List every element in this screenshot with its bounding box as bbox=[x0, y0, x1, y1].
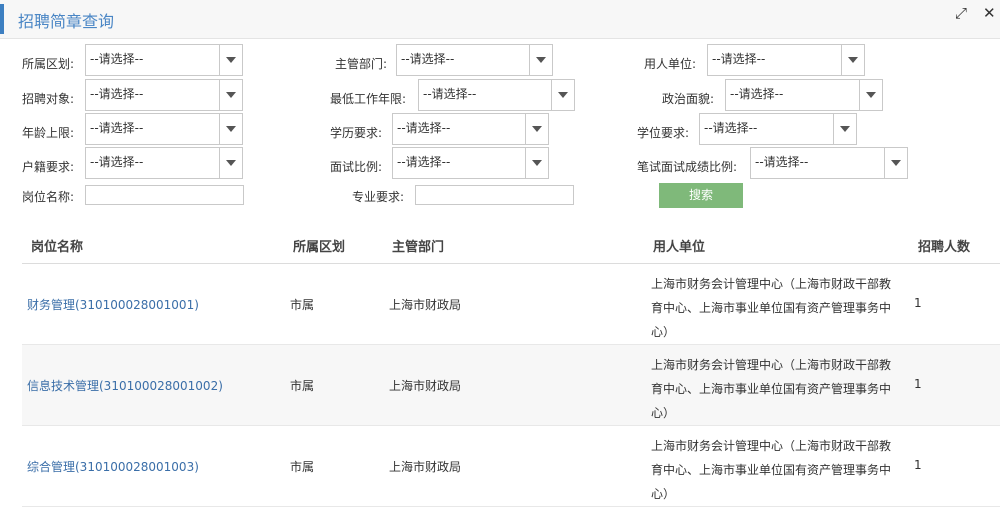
min-years-label: 最低工作年限: bbox=[330, 92, 407, 106]
political-select-value: --请选择-- bbox=[730, 87, 784, 101]
window-title: 招聘简章查询 bbox=[18, 12, 115, 31]
interview-ratio-label: 面试比例: bbox=[330, 160, 383, 174]
major-input[interactable] bbox=[415, 185, 574, 205]
position-name-label: 岗位名称: bbox=[22, 190, 75, 204]
degree-select[interactable]: --请选择-- bbox=[699, 113, 857, 145]
header-dept: 主管部门 bbox=[392, 240, 445, 255]
table-row: 信息技术管理(310100028001002) 市属 上海市财政局 上海市财务会… bbox=[22, 345, 1000, 426]
position-link[interactable]: 信息技术管理(310100028001002) bbox=[27, 377, 223, 394]
window-titlebar: 招聘简章查询 ⤢ ✕ bbox=[0, 0, 1000, 39]
chevron-down-icon[interactable] bbox=[884, 148, 907, 178]
position-name-input[interactable] bbox=[85, 185, 244, 205]
education-label: 学历要求: bbox=[330, 126, 383, 140]
age-label: 年龄上限: bbox=[22, 126, 75, 140]
table-header: 岗位名称 所属区划 主管部门 用人单位 招聘人数 bbox=[22, 226, 1000, 264]
target-select[interactable]: --请选择-- bbox=[85, 79, 243, 111]
chevron-down-icon[interactable] bbox=[525, 148, 548, 178]
expand-icon[interactable]: ⤢ bbox=[955, 4, 967, 22]
employer-cell: 上海市财务会计管理中心（上海市财政干部教育中心、上海市事业单位国有资产管理事务中… bbox=[651, 358, 892, 420]
education-select-value: --请选择-- bbox=[397, 121, 451, 135]
header-count: 招聘人数 bbox=[918, 240, 971, 255]
header-employer: 用人单位 bbox=[653, 240, 706, 255]
target-label: 招聘对象: bbox=[22, 92, 75, 106]
chevron-down-icon[interactable] bbox=[219, 80, 242, 110]
dept-cell: 上海市财政局 bbox=[389, 460, 462, 474]
age-select-value: --请选择-- bbox=[90, 121, 144, 135]
results-table: 岗位名称 所属区划 主管部门 用人单位 招聘人数 财务管理(3101000280… bbox=[22, 226, 1000, 507]
employer-cell: 上海市财务会计管理中心（上海市财政干部教育中心、上海市事业单位国有资产管理事务中… bbox=[651, 277, 892, 339]
score-ratio-select[interactable]: --请选择-- bbox=[750, 147, 908, 179]
district-cell: 市属 bbox=[290, 379, 315, 393]
hukou-select[interactable]: --请选择-- bbox=[85, 147, 243, 179]
chevron-down-icon[interactable] bbox=[525, 114, 548, 144]
header-position: 岗位名称 bbox=[31, 240, 84, 255]
table-row: 综合管理(310100028001003) 市属 上海市财政局 上海市财务会计管… bbox=[22, 426, 1000, 507]
header-district: 所属区划 bbox=[293, 240, 346, 255]
title-accent-bar bbox=[0, 4, 4, 34]
district-select-value: --请选择-- bbox=[90, 52, 144, 66]
chevron-down-icon[interactable] bbox=[219, 45, 242, 75]
employer-select[interactable]: --请选择-- bbox=[707, 44, 865, 76]
district-label: 所属区划: bbox=[22, 57, 75, 71]
close-icon[interactable]: ✕ bbox=[983, 4, 996, 22]
political-select[interactable]: --请选择-- bbox=[725, 79, 883, 111]
chevron-down-icon[interactable] bbox=[859, 80, 882, 110]
employer-cell: 上海市财务会计管理中心（上海市财政干部教育中心、上海市事业单位国有资产管理事务中… bbox=[651, 439, 892, 501]
chevron-down-icon[interactable] bbox=[219, 148, 242, 178]
table-row: 财务管理(310100028001001) 市属 上海市财政局 上海市财务会计管… bbox=[22, 264, 1000, 345]
major-label: 专业要求: bbox=[352, 190, 405, 204]
chevron-down-icon[interactable] bbox=[529, 45, 552, 75]
dept-cell: 上海市财政局 bbox=[389, 298, 462, 312]
count-cell: 1 bbox=[914, 377, 922, 391]
chevron-down-icon[interactable] bbox=[219, 114, 242, 144]
dept-select[interactable]: --请选择-- bbox=[396, 44, 553, 76]
district-cell: 市属 bbox=[290, 298, 315, 312]
dept-select-value: --请选择-- bbox=[401, 52, 455, 66]
count-cell: 1 bbox=[914, 296, 922, 310]
score-ratio-label: 笔试面试成绩比例: bbox=[637, 160, 738, 174]
political-label: 政治面貌: bbox=[662, 92, 715, 106]
hukou-label: 户籍要求: bbox=[22, 160, 75, 174]
dept-label: 主管部门: bbox=[335, 57, 388, 71]
district-cell: 市属 bbox=[290, 460, 315, 474]
interview-ratio-select[interactable]: --请选择-- bbox=[392, 147, 549, 179]
district-select[interactable]: --请选择-- bbox=[85, 44, 243, 76]
min-years-select[interactable]: --请选择-- bbox=[418, 79, 575, 111]
degree-select-value: --请选择-- bbox=[704, 121, 758, 135]
target-select-value: --请选择-- bbox=[90, 87, 144, 101]
min-years-select-value: --请选择-- bbox=[423, 87, 477, 101]
interview-ratio-select-value: --请选择-- bbox=[397, 155, 451, 169]
count-cell: 1 bbox=[914, 458, 922, 472]
position-link[interactable]: 综合管理(310100028001003) bbox=[27, 458, 199, 475]
employer-label: 用人单位: bbox=[644, 57, 697, 71]
position-link[interactable]: 财务管理(310100028001001) bbox=[27, 296, 199, 313]
score-ratio-select-value: --请选择-- bbox=[755, 155, 809, 169]
education-select[interactable]: --请选择-- bbox=[392, 113, 549, 145]
hukou-select-value: --请选择-- bbox=[90, 155, 144, 169]
age-select[interactable]: --请选择-- bbox=[85, 113, 243, 145]
employer-select-value: --请选择-- bbox=[712, 52, 766, 66]
dept-cell: 上海市财政局 bbox=[389, 379, 462, 393]
chevron-down-icon[interactable] bbox=[833, 114, 856, 144]
degree-label: 学位要求: bbox=[637, 126, 690, 140]
chevron-down-icon[interactable] bbox=[551, 80, 574, 110]
search-button[interactable]: 搜索 bbox=[659, 183, 743, 208]
chevron-down-icon[interactable] bbox=[841, 45, 864, 75]
